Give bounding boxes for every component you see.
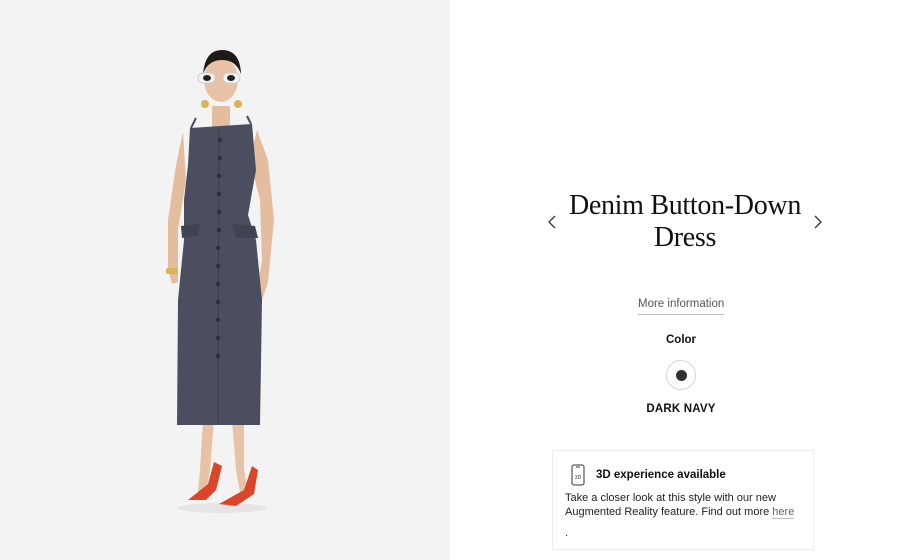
- product-title: Denim Button-Down Dress: [568, 190, 802, 253]
- product-page: Denim Button-Down Dress More information…: [0, 0, 900, 560]
- color-swatch-dark-navy[interactable]: [666, 360, 696, 390]
- chevron-left-icon: [548, 215, 556, 229]
- ar-here-link[interactable]: here: [772, 506, 795, 519]
- swatch-dot: [675, 369, 687, 381]
- more-information-link[interactable]: More information: [638, 298, 725, 315]
- ar-title: 3D experience available: [596, 469, 726, 481]
- product-image[interactable]: [0, 0, 450, 560]
- product-title-row: Denim Button-Down Dress: [545, 190, 825, 254]
- previous-product-button[interactable]: [545, 212, 559, 232]
- phone-icon-label: 3D: [575, 475, 582, 481]
- product-info-panel: Denim Button-Down Dress More information…: [450, 0, 900, 560]
- model-illustration: [166, 50, 274, 513]
- ar-experience-box: 3D 3D experience available Take a closer…: [552, 450, 814, 550]
- selected-color-name: DARK NAVY: [646, 403, 716, 415]
- chevron-right-icon: [814, 215, 822, 229]
- phone-3d-icon: 3D: [571, 464, 585, 486]
- ar-description: Take a closer look at this style with ou…: [565, 491, 810, 519]
- next-product-button[interactable]: [811, 212, 825, 232]
- ar-body-text: Take a closer look at this style with ou…: [565, 492, 776, 518]
- color-label: Color: [665, 334, 697, 346]
- ar-trailing-dot: .: [565, 527, 569, 539]
